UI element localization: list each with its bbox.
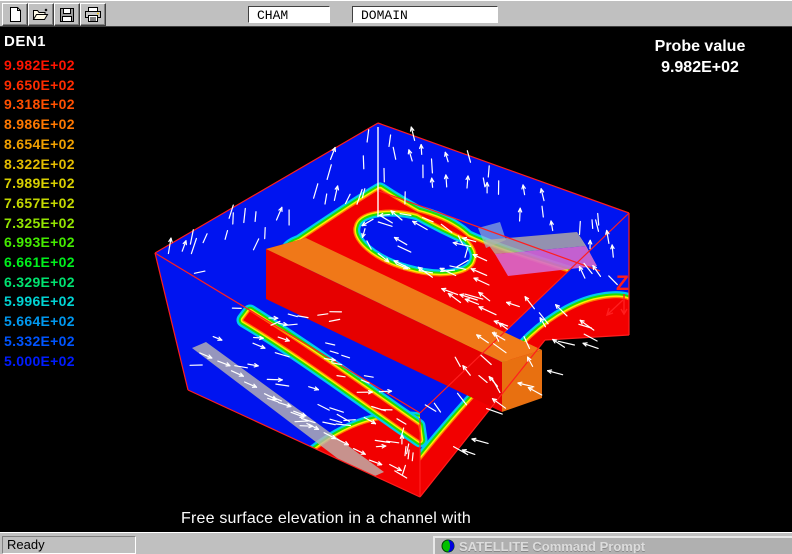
satellite-window-titlebar[interactable]: SATELLITE Command Prompt (433, 536, 792, 554)
legend-entry: 9.650E+02 (4, 76, 75, 96)
legend-entries: 9.982E+029.650E+029.318E+028.986E+028.65… (4, 56, 75, 371)
legend-entry: 7.657E+02 (4, 194, 75, 214)
satellite-app-icon (441, 539, 455, 553)
probe-value: 9.982E+02 (608, 57, 792, 78)
satellite-window-title: SATELLITE Command Prompt (459, 539, 645, 554)
probe-label: Probe value (608, 36, 792, 57)
legend-entry: 5.332E+02 (4, 332, 75, 352)
legend-entry: 5.996E+02 (4, 292, 75, 312)
legend-entry: 8.654E+02 (4, 135, 75, 155)
legend-title: DEN1 (4, 33, 75, 50)
legend-entry: 8.322E+02 (4, 155, 75, 175)
probe-readout: Probe value 9.982E+02 (608, 36, 792, 78)
legend-entry: 5.664E+02 (4, 312, 75, 332)
contour-legend: DEN1 9.982E+029.650E+029.318E+028.986E+0… (4, 33, 75, 371)
plot-caption: Free surface elevation in a channel with (181, 510, 471, 528)
legend-entry: 5.000E+02 (4, 352, 75, 372)
legend-entry: 7.989E+02 (4, 174, 75, 194)
photon-viewer-window: { "toolbar": { "buttons": [ {"name": "ne… (0, 0, 792, 554)
render-canvas[interactable]: Z (0, 0, 792, 554)
legend-entry: 9.982E+02 (4, 56, 75, 76)
legend-entry: 6.993E+02 (4, 233, 75, 253)
legend-entry: 6.329E+02 (4, 273, 75, 293)
legend-entry: 8.986E+02 (4, 115, 75, 135)
legend-entry: 7.325E+02 (4, 214, 75, 234)
svg-text:Z: Z (616, 272, 629, 295)
legend-entry: 9.318E+02 (4, 95, 75, 115)
legend-entry: 6.661E+02 (4, 253, 75, 273)
